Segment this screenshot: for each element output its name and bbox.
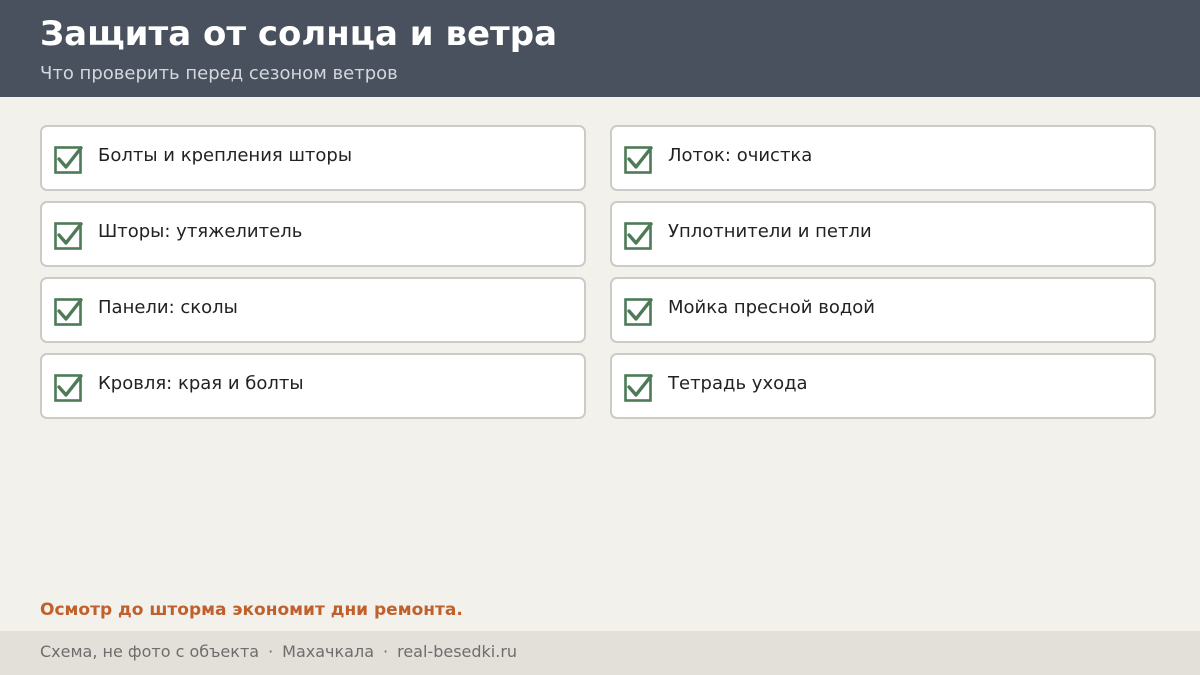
checklist-item: Болты и крепления шторы [40,125,586,191]
page-title: Защита от солнца и ветра [40,14,558,54]
checklist-item: Шторы: утяжелитель [40,201,586,267]
footer-text: Схема, не фото с объекта · Махачкала · real-… [40,642,517,661]
checklist-item: Кровля: края и болты [40,353,586,419]
footer: Схема, не фото с объекта · Махачкала · real-… [0,631,1200,675]
checkbox-checked-icon [54,372,84,402]
checkbox-checked-icon [624,144,654,174]
checklist-item-label: Шторы: утяжелитель [98,221,303,242]
checkbox-checked-icon [624,220,654,250]
footer-separator: · [383,642,389,661]
footer-separator: · [268,642,274,661]
checklist-item-label: Лоток: очистка [668,145,813,166]
checklist-item-label: Уплотнители и петли [668,221,872,242]
checklist-item: Тетрадь ухода [610,353,1156,419]
checklist-item-label: Мойка пресной водой [668,297,876,318]
checkbox-checked-icon [624,296,654,326]
footer-city: Махачкала [282,642,374,661]
checklist-item: Мойка пресной водой [610,277,1156,343]
checkbox-checked-icon [54,144,84,174]
checklist-item: Уплотнители и петли [610,201,1156,267]
checkbox-checked-icon [624,372,654,402]
footer-site: real-besedki.ru [397,642,518,661]
page-subtitle: Что проверить перед сезоном ветров [40,63,398,84]
checklist: Болты и крепления шторы Лоток: очистка Ш… [40,125,1156,419]
checklist-item-label: Панели: сколы [98,297,238,318]
checkbox-checked-icon [54,296,84,326]
checkbox-checked-icon [54,220,84,250]
header: Защита от солнца и ветра Что проверить п… [0,0,1200,97]
checklist-item-label: Болты и крепления шторы [98,145,353,166]
footer-note: Схема, не фото с объекта [40,642,260,661]
checklist-item: Лоток: очистка [610,125,1156,191]
checklist-item: Панели: сколы [40,277,586,343]
checklist-item-label: Тетрадь ухода [668,373,808,394]
tagline: Осмотр до шторма экономит дни ремонта. [40,600,463,620]
checklist-item-label: Кровля: края и болты [98,373,304,394]
